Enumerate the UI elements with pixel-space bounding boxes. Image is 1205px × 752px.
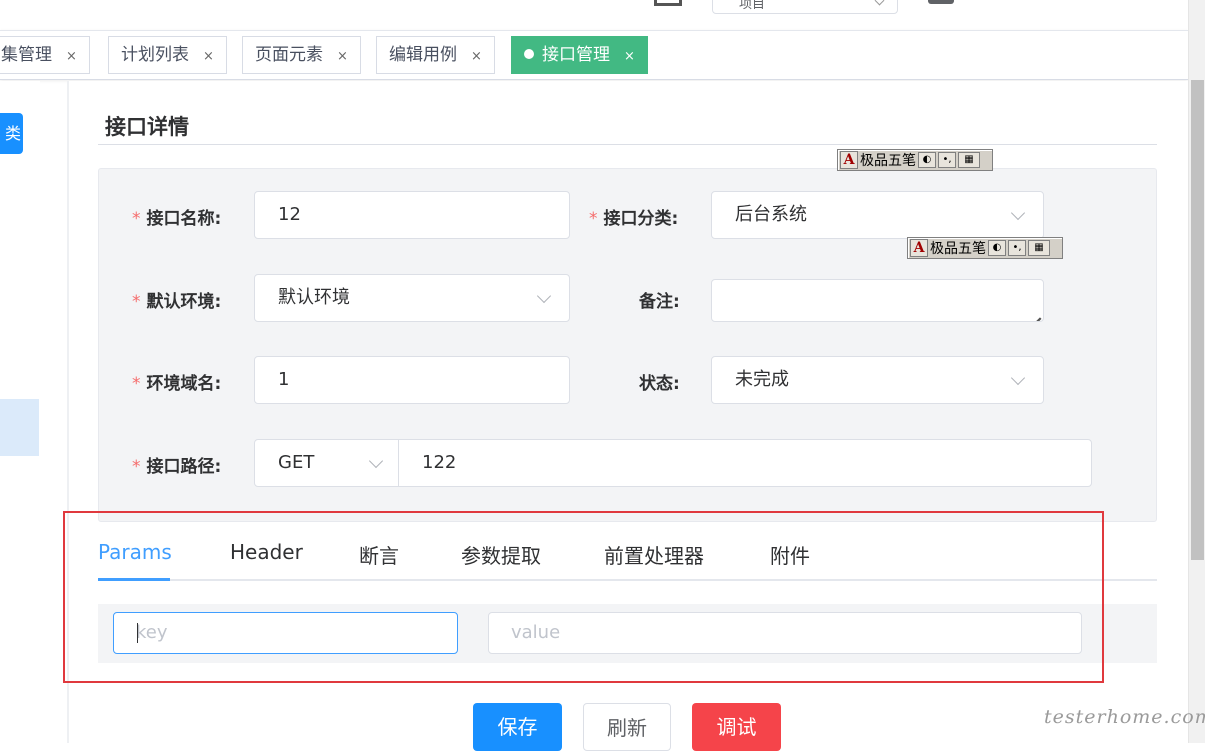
ime-badge-icon: A <box>840 151 858 169</box>
chevron-down-icon <box>874 0 885 6</box>
api-path-label-text: 接口路径: <box>146 457 222 477</box>
page-scrollbar[interactable] <box>1188 0 1205 743</box>
refresh-button[interactable]: 刷新 <box>583 703 671 751</box>
api-name-label-text: 接口名称: <box>146 209 222 229</box>
api-form: * 接口名称: 12 * 接口分类: 后台系统 * 默认环境: 默认环境 备注: * 环… <box>98 168 1157 522</box>
required-mark: * <box>589 209 598 229</box>
required-mark: * <box>132 292 141 312</box>
status-value: 未完成 <box>735 369 789 390</box>
avatar[interactable] <box>928 0 954 4</box>
api-category-label: * 接口分类: <box>589 204 678 229</box>
top-bar: 项目 <box>0 0 1188 30</box>
default-env-label-text: 默认环境: <box>146 292 222 312</box>
keyboard-icon[interactable]: ▦ <box>958 152 980 168</box>
close-icon[interactable]: × <box>66 49 77 64</box>
tag-label: 接口管理 <box>542 45 610 65</box>
tag-case-set[interactable]: 集管理 × <box>0 36 90 74</box>
api-category-label-text: 接口分类: <box>603 209 679 229</box>
required-mark: * <box>132 457 141 477</box>
required-mark: * <box>132 209 141 229</box>
watermark: testerhome.com <box>1044 706 1205 728</box>
ime-toolbar[interactable]: A 极品五笔 ◐ •, ▦ <box>907 237 1063 259</box>
fullscreen-icon[interactable] <box>654 0 682 6</box>
api-path-input[interactable]: 122 <box>398 439 1092 487</box>
api-name-label: * 接口名称: <box>132 204 221 229</box>
status-label: 状态: <box>639 374 680 394</box>
title-divider <box>98 144 1157 145</box>
chevron-down-icon <box>368 453 384 469</box>
http-method-select[interactable]: GET <box>254 439 400 487</box>
chevron-down-icon <box>1010 205 1026 221</box>
tag-plan-list[interactable]: 计划列表 × <box>108 36 227 74</box>
status-select[interactable]: 未完成 <box>711 356 1044 404</box>
default-env-select[interactable]: 默认环境 <box>254 274 570 322</box>
tag-label: 集管理 <box>1 45 52 65</box>
tag-label: 编辑用例 <box>389 45 457 65</box>
tag-api-management[interactable]: 接口管理 × <box>511 36 648 74</box>
project-select[interactable]: 项目 <box>712 0 898 14</box>
category-button[interactable]: 类 <box>0 113 23 154</box>
api-path-value: 122 <box>422 452 457 473</box>
default-env-value: 默认环境 <box>278 287 350 308</box>
remark-label: 备注: <box>639 292 680 312</box>
chevron-down-icon <box>536 288 552 304</box>
scrollbar-thumb[interactable] <box>1191 80 1204 560</box>
api-category-select[interactable]: 后台系统 <box>711 191 1044 239</box>
ime-toolbar[interactable]: A 极品五笔 ◐ •, ▦ <box>837 149 993 171</box>
default-env-label: * 默认环境: <box>132 287 221 312</box>
close-icon[interactable]: × <box>203 49 214 64</box>
close-icon[interactable]: × <box>624 49 635 64</box>
ime-name: 极品五笔 <box>860 153 916 169</box>
remark-textarea[interactable] <box>711 279 1044 322</box>
tag-label: 计划列表 <box>121 45 189 65</box>
api-name-value: 12 <box>278 204 301 225</box>
punctuation-icon[interactable]: •, <box>1008 240 1026 256</box>
ime-name: 极品五笔 <box>930 241 986 257</box>
env-domain-label-text: 环境域名: <box>146 374 222 394</box>
project-select-value: 项目 <box>739 0 766 12</box>
api-path-label: * 接口路径: <box>132 452 221 477</box>
http-method-value: GET <box>278 452 315 473</box>
tag-label: 页面元素 <box>255 45 323 65</box>
tag-edit-case[interactable]: 编辑用例 × <box>376 36 495 74</box>
active-dot-icon <box>524 49 534 59</box>
env-domain-input[interactable]: 1 <box>254 356 570 404</box>
close-icon[interactable]: × <box>337 49 348 64</box>
resize-handle-icon[interactable] <box>1019 297 1041 321</box>
moon-icon[interactable]: ◐ <box>918 152 936 168</box>
punctuation-icon[interactable]: •, <box>938 152 956 168</box>
env-domain-label: * 环境域名: <box>132 369 221 394</box>
api-name-input[interactable]: 12 <box>254 191 570 239</box>
category-button-label: 类 <box>4 124 21 143</box>
debug-button[interactable]: 调试 <box>692 703 781 751</box>
env-domain-value: 1 <box>278 369 290 390</box>
chevron-down-icon <box>1010 370 1026 386</box>
tag-page-elements[interactable]: 页面元素 × <box>242 36 361 74</box>
moon-icon[interactable]: ◐ <box>988 240 1006 256</box>
ime-badge-icon: A <box>910 239 928 257</box>
tags-view-bar: 集管理 × 计划列表 × 页面元素 × 编辑用例 × 接口管理 × <box>0 30 1188 80</box>
api-category-value: 后台系统 <box>735 204 807 225</box>
main-content: 接口详情 * 接口名称: 12 * 接口分类: 后台系统 * 默认环境: 默认环境 备… <box>63 81 1188 751</box>
required-mark: * <box>132 374 141 394</box>
keyboard-icon[interactable]: ▦ <box>1028 240 1050 256</box>
category-tree-selected-item[interactable] <box>0 399 39 456</box>
category-panel: 类 <box>0 81 40 743</box>
highlight-annotation-box <box>63 511 1104 683</box>
save-button[interactable]: 保存 <box>473 703 562 751</box>
close-icon[interactable]: × <box>471 49 482 64</box>
page-title: 接口详情 <box>105 115 189 139</box>
